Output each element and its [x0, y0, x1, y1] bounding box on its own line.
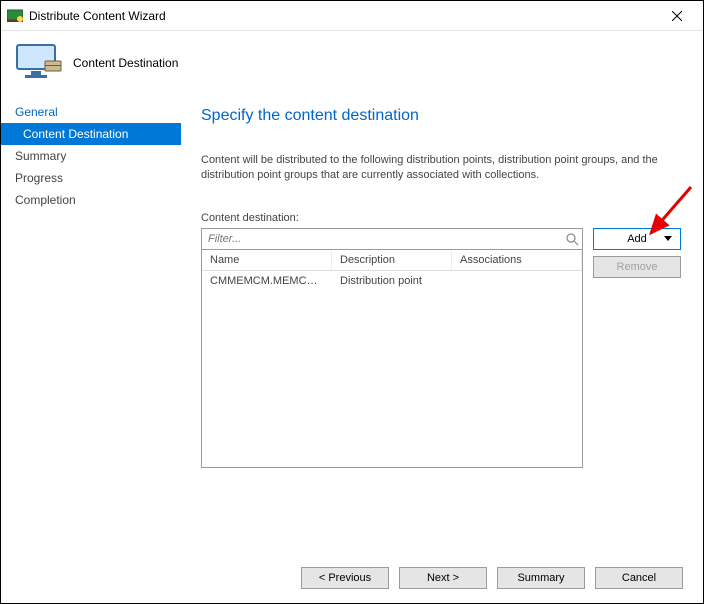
filter-box — [201, 228, 583, 250]
cell-associations — [452, 273, 582, 289]
wizard-window: Distribute Content Wizard Content Destin… — [0, 0, 704, 604]
cancel-button[interactable]: Cancel — [595, 567, 683, 589]
close-button[interactable] — [657, 2, 697, 30]
wizard-sidebar: General Content Destination Summary Prog… — [1, 95, 181, 553]
previous-button[interactable]: < Previous — [301, 567, 389, 589]
sidebar-item-content-destination[interactable]: Content Destination — [1, 123, 181, 145]
sidebar-item-summary[interactable]: Summary — [1, 145, 181, 167]
monitor-icon — [15, 43, 63, 83]
remove-button-label: Remove — [617, 261, 658, 273]
chevron-down-icon — [664, 236, 672, 241]
wizard-main: Specify the content destination Content … — [181, 95, 703, 553]
wizard-header: Content Destination — [1, 31, 703, 95]
sidebar-item-progress[interactable]: Progress — [1, 167, 181, 189]
app-icon — [7, 8, 23, 24]
column-description[interactable]: Description — [332, 250, 452, 270]
close-icon — [672, 11, 682, 21]
column-associations[interactable]: Associations — [452, 250, 582, 270]
add-button-label: Add — [627, 233, 647, 245]
grid-header: Name Description Associations — [202, 250, 582, 271]
next-button[interactable]: Next > — [399, 567, 487, 589]
wizard-footer: < Previous Next > Summary Cancel — [1, 553, 703, 603]
destination-grid[interactable]: Name Description Associations CMMEMCM.ME… — [201, 250, 583, 468]
search-icon[interactable] — [562, 232, 582, 246]
grid-row[interactable]: CMMEMCM.MEMCM.C... Distribution point — [202, 271, 582, 291]
cell-description: Distribution point — [332, 273, 452, 289]
section-description: Content will be distributed to the follo… — [201, 153, 681, 184]
column-name[interactable]: Name — [202, 250, 332, 270]
summary-button[interactable]: Summary — [497, 567, 585, 589]
sidebar-item-completion[interactable]: Completion — [1, 189, 181, 211]
window-title: Distribute Content Wizard — [29, 9, 657, 23]
sidebar-item-general[interactable]: General — [1, 101, 181, 123]
cell-name: CMMEMCM.MEMCM.C... — [202, 273, 332, 289]
wizard-step-title: Content Destination — [73, 56, 178, 70]
titlebar: Distribute Content Wizard — [1, 1, 703, 31]
add-button[interactable]: Add — [593, 228, 681, 250]
content-destination-label: Content destination: — [201, 212, 681, 224]
remove-button: Remove — [593, 256, 681, 278]
filter-input[interactable] — [202, 229, 562, 249]
section-heading: Specify the content destination — [201, 107, 681, 125]
